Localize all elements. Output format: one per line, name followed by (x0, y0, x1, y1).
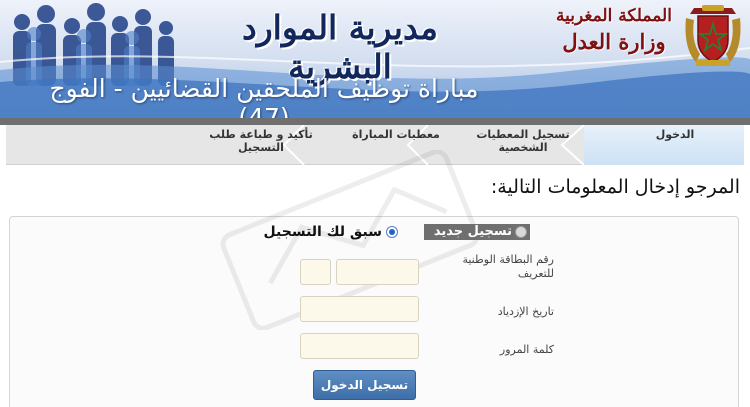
national-id-number-input[interactable] (336, 259, 419, 285)
step-contest-data[interactable]: معطيات المباراة (336, 128, 456, 141)
step-personal-data[interactable]: تسجيل المعطيات الشخصية (476, 128, 570, 154)
instruction-text: المرجو إدخال المعلومات التالية: (490, 176, 740, 198)
birth-date-label: تاريخ الإزدياد (497, 305, 554, 318)
birth-date-input[interactable] (300, 296, 419, 322)
radio-new-registration[interactable]: تسجيل جديد (424, 224, 530, 240)
login-button[interactable]: تسجيل الدخول (313, 370, 416, 400)
header-banner: مديرية الموارد البشرية المملكة المغربية … (0, 0, 750, 118)
contest-title: مباراة توظيف الملحقين القضائيين - الفوج … (49, 74, 479, 118)
moroccan-coat-of-arms-icon (685, 5, 741, 66)
password-input[interactable] (300, 333, 419, 359)
steps-track: الدخول تسجيل المعطيات الشخصية معطيات الم… (6, 125, 744, 165)
radio-existing-registration[interactable]: سبق لك التسجيل (258, 223, 400, 241)
step-confirm-print[interactable]: تأكيد و طباعة طلب التسجيل (206, 128, 316, 154)
steps-top-strip (0, 118, 750, 125)
radio-existing-indicator[interactable] (386, 226, 398, 238)
radio-existing-label: سبق لك التسجيل (263, 224, 382, 240)
national-id-prefix-input[interactable] (300, 259, 331, 285)
password-label: كلمة المرور (499, 343, 554, 356)
ministry-label: وزارة العدل (562, 29, 666, 54)
radio-new-indicator[interactable] (515, 226, 527, 238)
radio-new-label: تسجيل جديد (433, 224, 512, 239)
national-id-label: رقم البطاقة الوطنية للتعريف (462, 253, 554, 280)
kingdom-label: المملكة المغربية (556, 6, 672, 26)
registration-steps: الدخول تسجيل المعطيات الشخصية معطيات الم… (0, 125, 750, 165)
step-login[interactable]: الدخول (626, 128, 724, 141)
